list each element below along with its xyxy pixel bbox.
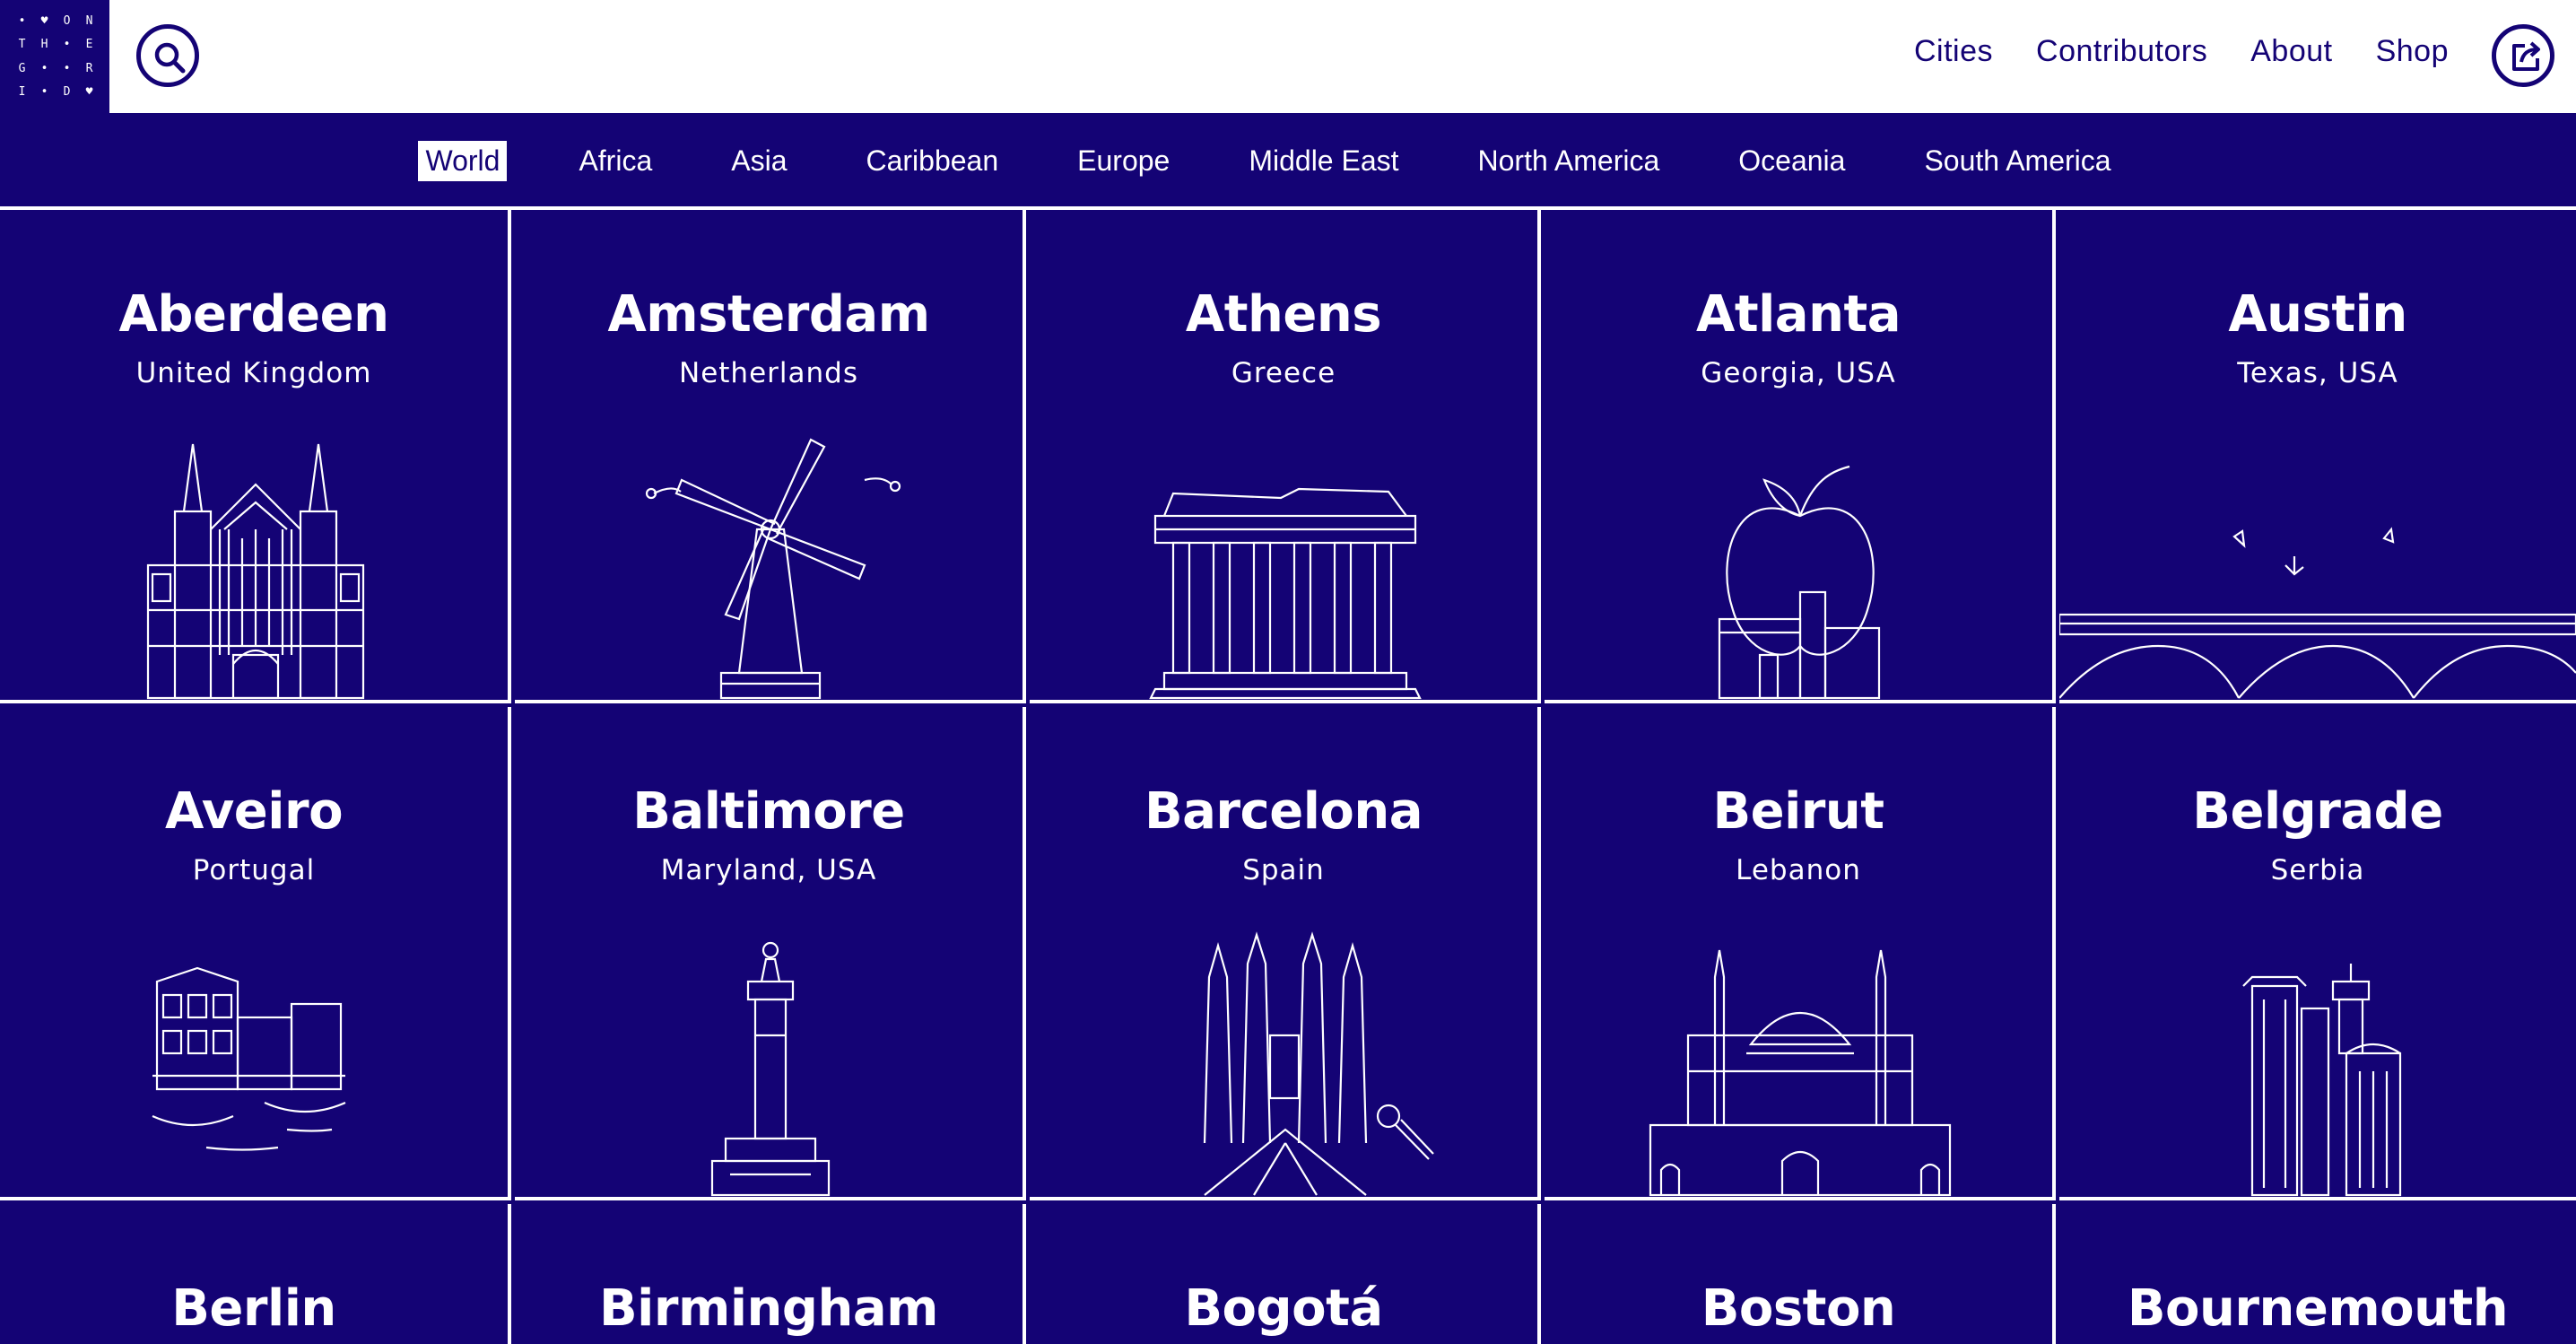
city-card[interactable]: Amsterdam Netherlands bbox=[515, 210, 1026, 703]
city-card[interactable]: Aberdeen United Kingdom bbox=[0, 210, 511, 703]
city-country: Greece bbox=[1231, 357, 1336, 389]
logo-letter: G bbox=[18, 61, 26, 75]
city-name: Baltimore bbox=[632, 782, 905, 841]
region-tab-north-america[interactable]: North America bbox=[1471, 141, 1667, 181]
city-name: Athens bbox=[1185, 285, 1382, 344]
nav-shop[interactable]: Shop bbox=[2376, 34, 2449, 69]
logo-letter: • bbox=[63, 61, 71, 75]
mosque-icon bbox=[1649, 949, 1952, 1197]
city-name: Aberdeen bbox=[118, 285, 389, 344]
city-card[interactable]: Bogotá bbox=[1030, 1204, 1541, 1344]
city-country: Maryland, USA bbox=[660, 854, 877, 886]
logo-letter: O bbox=[63, 13, 71, 28]
city-country: Netherlands bbox=[679, 357, 858, 389]
city-country: Lebanon bbox=[1736, 854, 1861, 886]
city-card[interactable]: Austin Texas, USA bbox=[2059, 210, 2576, 703]
region-tab-asia[interactable]: Asia bbox=[724, 141, 794, 181]
search-icon bbox=[154, 42, 186, 74]
city-name: Birmingham bbox=[598, 1279, 939, 1338]
region-filter-bar: World Africa Asia Caribbean Europe Middl… bbox=[0, 113, 2576, 208]
logo-letter: R bbox=[85, 61, 93, 75]
city-card[interactable]: Bournemouth bbox=[2059, 1204, 2576, 1344]
logo-letter: ♥ bbox=[40, 13, 48, 28]
city-card[interactable]: Belgrade Serbia bbox=[2059, 707, 2576, 1200]
nav-cities[interactable]: Cities bbox=[1914, 34, 1993, 69]
region-tab-caribbean[interactable]: Caribbean bbox=[858, 141, 1005, 181]
region-tab-oceania[interactable]: Oceania bbox=[1731, 141, 1852, 181]
city-grid: Aberdeen United Kingdom Amsterdam Nether… bbox=[0, 206, 2576, 1344]
share-button[interactable] bbox=[2492, 24, 2554, 87]
city-name: Berlin bbox=[171, 1279, 336, 1338]
city-name: Beirut bbox=[1712, 782, 1884, 841]
logo-letter: N bbox=[85, 13, 93, 28]
region-tab-world[interactable]: World bbox=[418, 140, 508, 181]
monument-icon bbox=[710, 941, 831, 1197]
city-card[interactable]: Athens Greece bbox=[1030, 210, 1541, 703]
logo-letter: H bbox=[40, 38, 48, 52]
city-card[interactable]: Aveiro Portugal bbox=[0, 707, 511, 1200]
city-country: Spain bbox=[1242, 854, 1325, 886]
region-tab-middle-east[interactable]: Middle East bbox=[1241, 141, 1405, 181]
city-card[interactable]: Beirut Lebanon bbox=[1545, 707, 2056, 1200]
region-tab-south-america[interactable]: South America bbox=[1917, 141, 2118, 181]
city-country: Portugal bbox=[192, 854, 316, 886]
site-header: • ♥ O N T H • E G • • R I • D ♥ Cities C… bbox=[0, 0, 2576, 113]
logo-letter: I bbox=[18, 85, 26, 100]
logo-letter: T bbox=[18, 38, 26, 52]
city-name: Atlanta bbox=[1695, 285, 1902, 344]
windmill-icon bbox=[645, 438, 901, 700]
search-button[interactable] bbox=[136, 24, 199, 87]
city-card[interactable]: Boston bbox=[1545, 1204, 2056, 1344]
parthenon-icon bbox=[1149, 487, 1422, 700]
region-tab-europe[interactable]: Europe bbox=[1070, 141, 1177, 181]
city-name: Austin bbox=[2228, 285, 2407, 344]
logo-letter: ♥ bbox=[85, 85, 93, 100]
sagrada-familia-icon bbox=[1203, 931, 1434, 1196]
city-card[interactable]: Birmingham bbox=[515, 1204, 1026, 1344]
city-name: Barcelona bbox=[1144, 782, 1423, 841]
logo-letter-grid: • ♥ O N T H • E G • • R I • D ♥ bbox=[11, 9, 100, 104]
city-country: Georgia, USA bbox=[1701, 357, 1896, 389]
nav-contributors[interactable]: Contributors bbox=[2036, 34, 2207, 69]
city-card[interactable]: Berlin bbox=[0, 1204, 511, 1344]
houses-boats-icon bbox=[152, 966, 346, 1151]
logo-letter: D bbox=[63, 85, 71, 100]
city-name: Amsterdam bbox=[607, 285, 930, 344]
city-name: Bogotá bbox=[1184, 1279, 1383, 1338]
city-name: Belgrade bbox=[2192, 782, 2443, 841]
bridge-bats-icon bbox=[2059, 527, 2576, 699]
city-name: Boston bbox=[1701, 1279, 1896, 1338]
city-card[interactable]: Barcelona Spain bbox=[1030, 707, 1541, 1200]
city-card[interactable]: Baltimore Maryland, USA bbox=[515, 707, 1026, 1200]
region-tab-africa[interactable]: Africa bbox=[571, 141, 659, 181]
city-country: United Kingdom bbox=[135, 357, 372, 389]
city-country: Serbia bbox=[2270, 854, 2365, 886]
site-logo[interactable]: • ♥ O N T H • E G • • R I • D ♥ bbox=[0, 0, 109, 113]
nav-about[interactable]: About bbox=[2250, 34, 2332, 69]
main-nav: Cities Contributors About Shop bbox=[1914, 34, 2449, 69]
towers-icon bbox=[2242, 964, 2402, 1197]
city-name: Aveiro bbox=[164, 782, 344, 841]
city-country: Texas, USA bbox=[2237, 357, 2398, 389]
peach-icon bbox=[1718, 465, 1881, 700]
logo-letter: E bbox=[85, 38, 93, 52]
logo-letter: • bbox=[18, 13, 26, 28]
share-icon bbox=[2512, 41, 2540, 71]
city-name: Bournemouth bbox=[2127, 1279, 2509, 1338]
logo-letter: • bbox=[40, 61, 48, 75]
cathedral-icon bbox=[146, 443, 365, 700]
city-card[interactable]: Atlanta Georgia, USA bbox=[1545, 210, 2056, 703]
logo-letter: • bbox=[63, 38, 71, 52]
logo-letter: • bbox=[40, 85, 48, 100]
